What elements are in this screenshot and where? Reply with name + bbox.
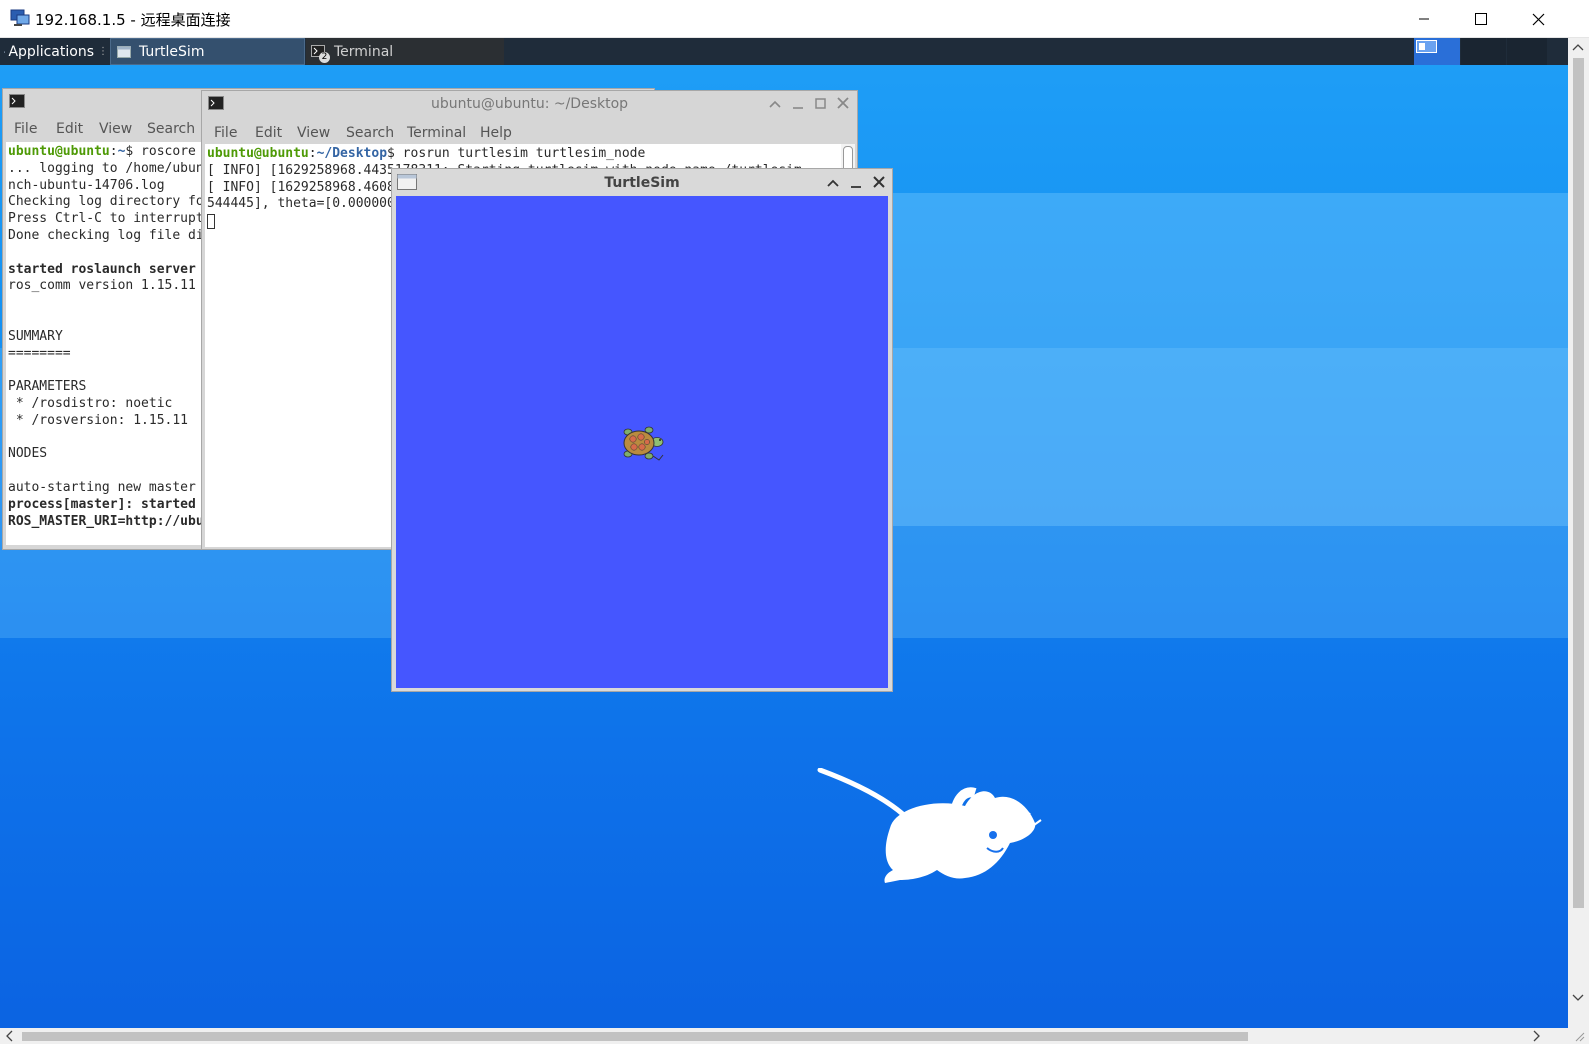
window-title: 192.168.1.5 - 远程桌面连接 xyxy=(35,11,231,29)
menu-view[interactable]: View xyxy=(99,121,132,137)
menu-view[interactable]: View xyxy=(297,125,330,141)
workspace-2[interactable] xyxy=(1461,38,1506,65)
prompt-separator: : xyxy=(109,144,118,159)
minimize-icon[interactable] xyxy=(850,178,862,188)
close-icon[interactable] xyxy=(837,97,849,109)
workspace-switcher[interactable] xyxy=(1414,38,1460,65)
scrollbar-thumb[interactable] xyxy=(1573,58,1584,908)
terminal-icon: 2 xyxy=(311,44,330,63)
window-title: ubuntu@ubuntu: ~/Desktop xyxy=(430,96,629,112)
prompt-path: ~/Desktop xyxy=(316,146,388,161)
scroll-right-icon[interactable] xyxy=(1533,1030,1541,1042)
prompt-separator: : xyxy=(308,146,317,161)
workspace-3[interactable] xyxy=(1507,38,1547,65)
task-label: TurtleSim xyxy=(139,43,205,60)
rdp-title-bar: 192.168.1.5 - 远程桌面连接 xyxy=(0,0,1589,38)
maximize-icon xyxy=(1475,13,1487,25)
scroll-down-icon[interactable] xyxy=(1572,994,1584,1002)
close-icon[interactable] xyxy=(873,176,885,188)
prompt-user: ubuntu@ubuntu xyxy=(207,146,309,161)
minimize-button[interactable] xyxy=(1395,0,1453,38)
menu-help[interactable]: Help xyxy=(480,125,512,141)
close-button[interactable] xyxy=(1509,0,1567,38)
window-icon xyxy=(117,45,131,58)
terminal-icon xyxy=(9,94,25,108)
menu-search[interactable]: Search xyxy=(147,121,195,137)
turtlesim-canvas[interactable] xyxy=(396,196,888,688)
scrollbar-thumb[interactable] xyxy=(22,1032,1248,1041)
menu-terminal[interactable]: Terminal xyxy=(407,125,466,141)
maximize-button[interactable] xyxy=(1452,0,1510,38)
task-turtlesim[interactable]: TurtleSim xyxy=(110,38,305,65)
window-title: TurtleSim xyxy=(604,175,680,191)
vertical-scrollbar[interactable] xyxy=(1568,38,1589,1028)
task-label: Terminal xyxy=(334,43,394,60)
shade-icon[interactable] xyxy=(827,178,839,188)
xfce-mouse-logo xyxy=(817,768,1042,883)
minimize-icon xyxy=(1419,18,1429,20)
scroll-left-icon[interactable] xyxy=(5,1030,13,1042)
desktop: Applications ⋮ TurtleSim 2 Terminal File… xyxy=(0,38,1568,1028)
menu-edit[interactable]: Edit xyxy=(56,121,83,137)
menu-edit[interactable]: Edit xyxy=(255,125,282,141)
title-bar[interactable]: ubuntu@ubuntu: ~/Desktop xyxy=(202,91,857,117)
menu-bar: File Edit View Search Terminal Help xyxy=(202,121,857,145)
remote-desktop-icon xyxy=(10,9,30,26)
menu-file[interactable]: File xyxy=(14,121,37,137)
panel-separator-icon: ⋮ xyxy=(98,46,108,57)
horizontal-scrollbar[interactable] xyxy=(0,1028,1589,1044)
maximize-icon[interactable] xyxy=(815,98,826,109)
close-icon xyxy=(1532,13,1544,25)
turtlesim-window[interactable]: TurtleSim xyxy=(391,168,893,692)
title-bar[interactable]: TurtleSim xyxy=(392,169,892,195)
xfce-panel: Applications ⋮ TurtleSim 2 Terminal xyxy=(0,38,1568,65)
prompt-user: ubuntu@ubuntu xyxy=(8,144,110,159)
resize-grip-icon[interactable] xyxy=(1573,1030,1585,1042)
menu-file[interactable]: File xyxy=(214,125,237,141)
task-terminal[interactable]: 2 Terminal xyxy=(306,38,504,65)
wallpaper-band xyxy=(860,193,1568,526)
task-count-badge: 2 xyxy=(319,51,330,63)
command-text: $ rosrun turtlesim turtlesim_node xyxy=(387,146,646,161)
shade-icon[interactable] xyxy=(769,99,781,109)
menu-search[interactable]: Search xyxy=(346,125,394,141)
text-cursor xyxy=(207,214,215,229)
scroll-up-icon[interactable] xyxy=(1572,43,1584,51)
xfce-logo-icon xyxy=(4,50,6,53)
terminal-line: ubuntu@ubuntu:~/Desktop$ rosrun turtlesi… xyxy=(207,146,841,163)
command-text: $ roscore xyxy=(125,144,196,159)
workspace-icon xyxy=(1416,40,1437,53)
applications-menu-button[interactable]: Applications ⋮ xyxy=(0,38,108,65)
turtle-icon xyxy=(623,426,664,461)
applications-label: Applications xyxy=(8,43,94,60)
minimize-icon[interactable] xyxy=(792,99,804,109)
